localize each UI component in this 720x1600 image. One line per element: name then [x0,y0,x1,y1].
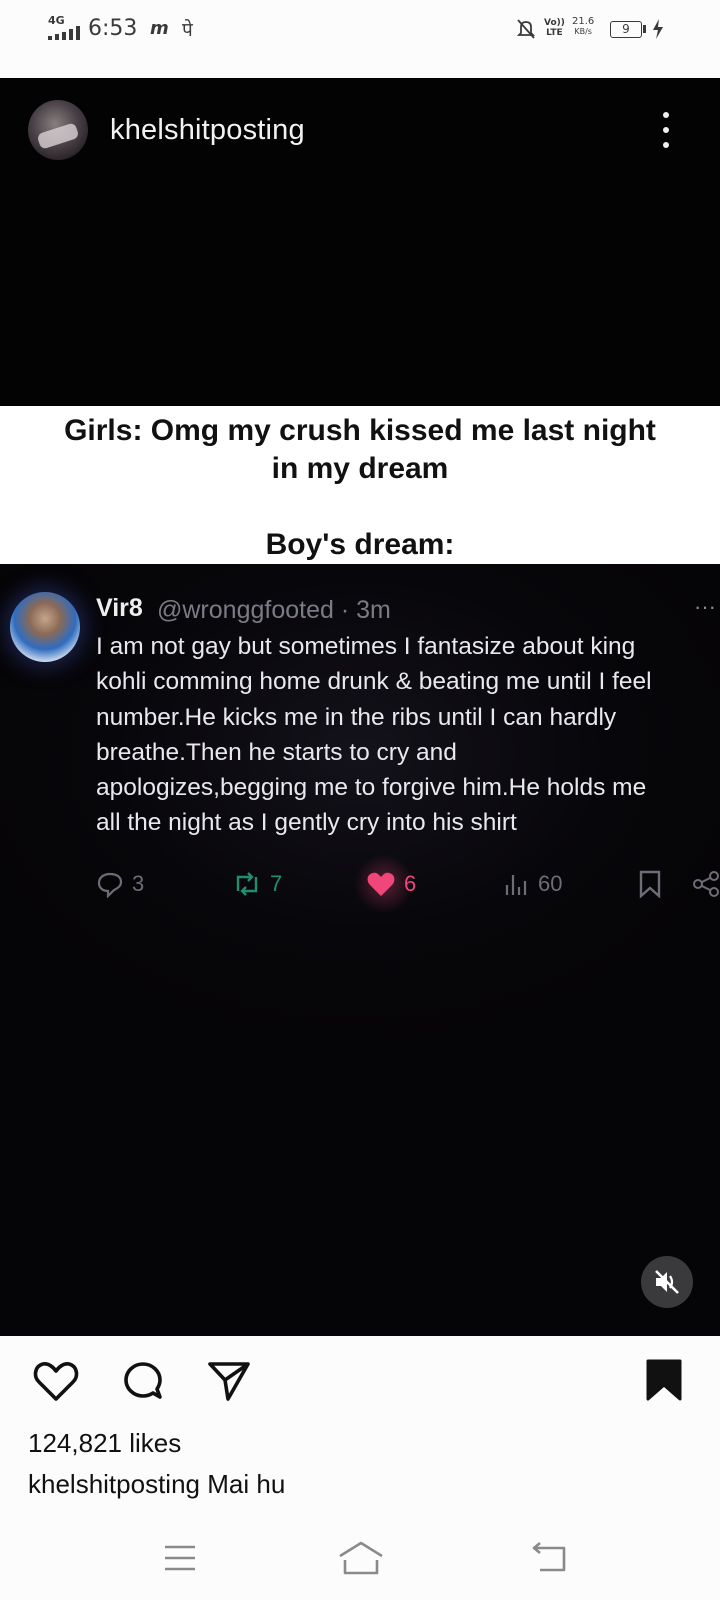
tweet-line: I am not gay but sometimes I fantasize a… [96,633,636,660]
volte-icon: Vo)) LTE [544,18,565,38]
tweet-bookmark [638,864,662,904]
bookmark-outline-icon [639,870,661,898]
notification-pe-icon: पे [182,19,193,41]
post-header: khelshitposting [0,78,720,178]
tweet-line: kohli comming home drunk & beating me un… [96,668,652,696]
battery-icon: 9 [610,21,642,38]
save-bookmark-icon[interactable] [645,1358,683,1402]
tweet-more-icon: ··· [694,594,716,619]
mute-toggle-button[interactable] [641,1256,693,1308]
charging-icon [653,19,663,39]
views-icon [505,875,527,895]
reply-count: 3 [132,871,145,896]
tweet-share [692,864,720,904]
home-icon[interactable] [337,1540,385,1576]
share-icon [693,871,719,897]
more-options-icon[interactable] [660,112,672,148]
tweet-line: apologizes,begging me to forgive him.He … [96,774,647,802]
meme-caption: Girls: Omg my crush kissed me last night… [0,406,720,564]
post-username[interactable]: khelshitposting [110,114,305,147]
likes-count[interactable]: 124,821 likes [28,1428,181,1459]
status-bar: 4G 6:53 m पे Vo)) LTE 21.6 KB/s 9 [0,0,720,78]
meme-caption-line: Boy's dream: [265,528,455,561]
caption-username[interactable]: khelshitposting [28,1469,200,1499]
mute-notification-icon [516,19,536,39]
tweet-screenshot: Vir8 @wronggfooted · 3m ··· I am not gay… [0,564,720,1336]
tweet-line: breathe.Then he starts to cry and [96,738,457,766]
post-actions-bar [0,1336,720,1416]
views-count: 60 [538,871,563,896]
retweet-count: 7 [270,871,283,896]
meme-caption-line: in my dream [271,452,449,485]
menu-icon[interactable] [163,1544,197,1572]
caption-text: Mai hu [207,1469,286,1499]
tweet-line: number.He kicks me in the ribs until I c… [96,703,617,731]
meme-caption-line: Girls: Omg my crush kissed me last night [64,414,656,447]
post-caption: khelshitposting Mai hu [28,1469,285,1500]
signal-icon [48,26,80,40]
tweet-text: I am not gay but sometimes I fantasize a… [96,629,716,841]
tweet-avatar [10,592,80,662]
tweet-like: 6 [354,854,417,914]
muted-speaker-icon [655,1270,679,1294]
comment-icon[interactable] [120,1359,166,1405]
net-speed: 21.6 KB/s [572,16,595,37]
tweet-line: all the night as I gently cry into his s… [96,809,517,837]
reply-icon [97,872,123,898]
profile-avatar[interactable] [28,100,88,160]
tweet-reply: 3 [96,864,144,904]
tweet-actions: 3 7 6 60 [0,854,720,914]
retweet-icon [236,872,258,896]
like-count: 6 [404,871,417,896]
post-media[interactable]: Girls: Omg my crush kissed me last night… [0,178,720,1336]
tweet-handle-time: @wronggfooted · 3m [157,596,391,624]
battery-tip [643,25,646,33]
share-send-icon[interactable] [206,1359,252,1403]
clock: 6:53 [88,16,138,41]
system-nav-bar [0,1520,720,1600]
tweet-retweet: 7 [232,864,282,904]
tweet-views: 60 [504,864,562,904]
heart-filled-icon [367,872,395,896]
battery-level: 9 [622,22,630,36]
notification-m-icon: m [150,18,169,39]
tweet-author-name: Vir8 [96,594,143,622]
like-heart-icon[interactable] [32,1359,80,1403]
back-icon[interactable] [530,1542,570,1574]
